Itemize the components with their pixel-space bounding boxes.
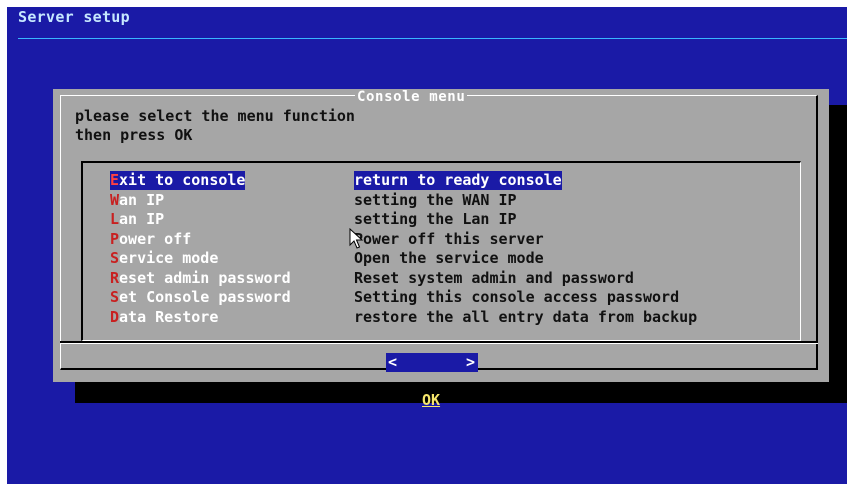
menu-item-label: xit to console bbox=[119, 171, 246, 189]
ok-button-left-bracket: < bbox=[388, 353, 398, 371]
menu-item-hotkey: W bbox=[110, 190, 120, 209]
menu-item-hotkey: S bbox=[110, 249, 120, 267]
button-separator-highlight bbox=[60, 343, 818, 344]
menu-item-tag: Reset admin password bbox=[110, 269, 291, 288]
menu-item-hotkey: R bbox=[110, 268, 120, 287]
menu-item-label: et Console password bbox=[119, 288, 291, 306]
console-screen: Server setup Console menu please select … bbox=[7, 7, 847, 484]
ok-button-right-bracket: > bbox=[466, 353, 476, 371]
mouse-pointer-icon bbox=[349, 228, 363, 249]
menu-item-label: an IP bbox=[119, 190, 165, 209]
menu-item-label: eset admin password bbox=[119, 268, 291, 287]
menu-item-tag: Set Console password bbox=[110, 288, 291, 307]
ok-button-label: OK bbox=[422, 391, 441, 409]
dialog-title: Console menu bbox=[355, 89, 468, 105]
menu-item-label: ower off bbox=[119, 229, 192, 248]
menu-item-description: Power off this server bbox=[354, 229, 544, 248]
ok-button[interactable]: < OK > bbox=[386, 353, 478, 409]
menu-item-tag: Wan IP bbox=[110, 191, 164, 210]
menu-item-tag: Lan IP bbox=[110, 210, 164, 229]
menu-item-description: setting the Lan IP bbox=[354, 210, 517, 228]
console-menu-dialog: Console menu please select the menu func… bbox=[53, 89, 829, 409]
menu-item-hotkey: D bbox=[110, 307, 120, 326]
menu-item-label: an IP bbox=[119, 210, 165, 228]
menu-item-tag: Power off bbox=[110, 230, 191, 249]
prompt-line-1: please select the menu function bbox=[75, 107, 355, 125]
menu-item-description: Reset system admin and password bbox=[354, 268, 634, 287]
menu-item-description: restore the all entry data from backup bbox=[354, 307, 698, 326]
backtitle: Server setup bbox=[18, 8, 130, 26]
menu-item-label: ervice mode bbox=[119, 249, 219, 267]
menu-item-description: return to ready console bbox=[354, 171, 562, 190]
menu-item-hotkey: L bbox=[110, 210, 120, 228]
dialog-prompt: please select the menu function then pres… bbox=[75, 107, 355, 145]
menu-item-tag: Exit to console bbox=[110, 171, 246, 190]
menu-item-hotkey: E bbox=[110, 171, 120, 189]
backtitle-divider bbox=[18, 38, 847, 39]
menu-item-description: setting the WAN IP bbox=[354, 190, 517, 209]
menu-item-description: Open the service mode bbox=[354, 249, 544, 267]
menu-item-label: ata Restore bbox=[119, 307, 219, 326]
menu-item-description: Setting this console access password bbox=[354, 288, 680, 306]
menu-item-tag: Data Restore bbox=[110, 308, 218, 327]
prompt-line-2: then press OK bbox=[75, 126, 193, 144]
menu-item-hotkey: S bbox=[110, 288, 120, 306]
menu-item-hotkey: P bbox=[110, 229, 120, 248]
menu-item-tag: Service mode bbox=[110, 249, 218, 268]
